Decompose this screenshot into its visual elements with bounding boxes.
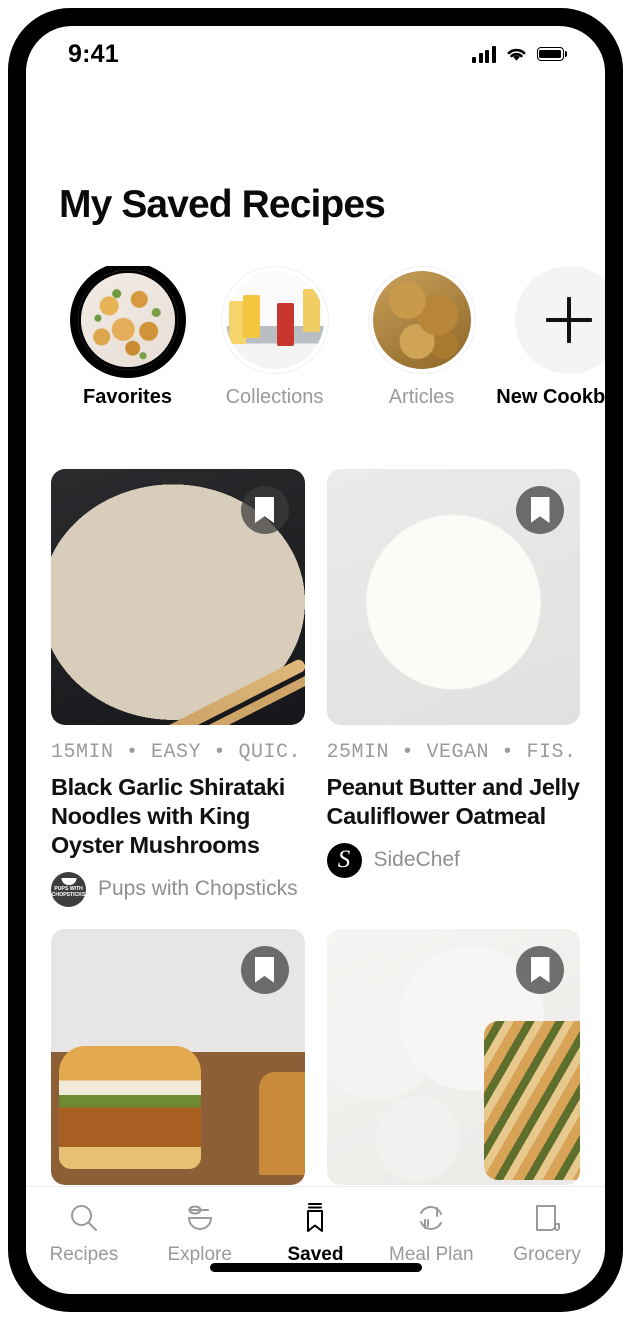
- story-ring: [220, 266, 329, 374]
- wifi-icon: [507, 48, 525, 61]
- page-title: My Saved Recipes: [59, 183, 386, 226]
- bookmark-icon: [298, 1201, 332, 1235]
- recipe-image[interactable]: [326, 469, 580, 725]
- tab-grocery[interactable]: Grocery: [489, 1201, 605, 1266]
- recipe-grid: 15MIN • EASY • QUIC... Black Garlic Shir…: [26, 469, 605, 1186]
- bookmark-icon[interactable]: [240, 945, 289, 994]
- tab-label: Recipes: [49, 1244, 119, 1265]
- story-label-articles: Articles: [388, 386, 455, 408]
- recipe-image[interactable]: [326, 928, 580, 1185]
- recipe-card[interactable]: [51, 928, 305, 1185]
- story-label-favorites: Favorites: [83, 386, 172, 408]
- author-name: SideChef: [373, 848, 460, 872]
- avatar: PUPS WITH CHOPSTICKS: [51, 871, 86, 907]
- cookbook-story-row[interactable]: Favorites Collections Articles New Cookb: [26, 266, 605, 431]
- recipe-title: Black Garlic Shirataki Noodles with King…: [51, 774, 285, 858]
- recipe-image[interactable]: [51, 469, 305, 725]
- recipe-meta: 15MIN • EASY • QUIC...: [51, 741, 305, 764]
- recipe-image[interactable]: [51, 928, 305, 1185]
- status-bar: 9:41: [26, 26, 605, 82]
- status-time: 9:41: [68, 39, 119, 68]
- search-icon: [67, 1201, 101, 1235]
- recipe-title: Peanut Butter and Jelly Cauliflower Oatm…: [326, 774, 580, 829]
- story-label-collections: Collections: [225, 386, 324, 408]
- recipe-row: 15MIN • EASY • QUIC... Black Garlic Shir…: [51, 469, 580, 907]
- bookmark-icon[interactable]: [240, 486, 289, 534]
- recipe-author[interactable]: PUPS WITH CHOPSTICKS Pups with Chopstick…: [51, 871, 305, 907]
- home-indicator[interactable]: [209, 1263, 422, 1272]
- phone-screen: 9:41 My Saved Recipes Favorites Collecti…: [26, 26, 605, 1294]
- meal-plan-icon: [414, 1201, 448, 1235]
- cellular-signal-icon: [472, 45, 496, 63]
- story-item-favorites[interactable]: Favorites: [54, 266, 201, 431]
- bookmark-icon[interactable]: [516, 486, 564, 534]
- story-thumbnail-collections: [225, 271, 324, 369]
- recipe-card[interactable]: [326, 928, 580, 1185]
- tab-saved[interactable]: Saved: [258, 1201, 374, 1266]
- story-label-new-cookbook: New Cookbook: [496, 386, 605, 408]
- bookmark-icon[interactable]: [516, 945, 564, 994]
- plus-icon[interactable]: [514, 266, 605, 374]
- bowl-whisk-icon: [183, 1201, 217, 1235]
- story-ring-active: [73, 266, 182, 374]
- story-thumbnail-favorites: [80, 273, 175, 367]
- tab-bar: Recipes Explore Saved Meal Plan Grocery: [26, 1186, 605, 1294]
- tab-recipes[interactable]: Recipes: [26, 1201, 142, 1266]
- story-item-articles[interactable]: Articles: [348, 266, 495, 431]
- tab-label: Grocery: [513, 1244, 581, 1265]
- story-item-collections[interactable]: Collections: [201, 266, 348, 431]
- story-item-new-cookbook[interactable]: New Cookbook: [495, 266, 605, 431]
- recipe-author[interactable]: S SideChef: [326, 842, 581, 878]
- recipe-card[interactable]: 25MIN • VEGAN • FIS... Peanut Butter and…: [326, 469, 581, 907]
- avatar-label: PUPS WITH CHOPSTICKS: [51, 885, 86, 898]
- story-ring: [367, 266, 476, 374]
- recipe-meta: 25MIN • VEGAN • FIS...: [326, 741, 581, 764]
- avatar: S: [326, 842, 362, 878]
- author-name: Pups with Chopsticks: [98, 877, 298, 901]
- receipt-icon: [530, 1201, 564, 1235]
- story-thumbnail-articles: [372, 271, 471, 369]
- tab-meal-plan[interactable]: Meal Plan: [373, 1201, 489, 1266]
- recipe-row: [51, 928, 580, 1185]
- battery-full-icon: [536, 47, 567, 61]
- avatar-label: S: [337, 845, 351, 873]
- tab-explore[interactable]: Explore: [142, 1201, 258, 1266]
- recipe-card[interactable]: 15MIN • EASY • QUIC... Black Garlic Shir…: [51, 469, 305, 907]
- status-icons: [472, 45, 567, 63]
- phone-frame: 9:41 My Saved Recipes Favorites Collecti…: [8, 8, 623, 1312]
